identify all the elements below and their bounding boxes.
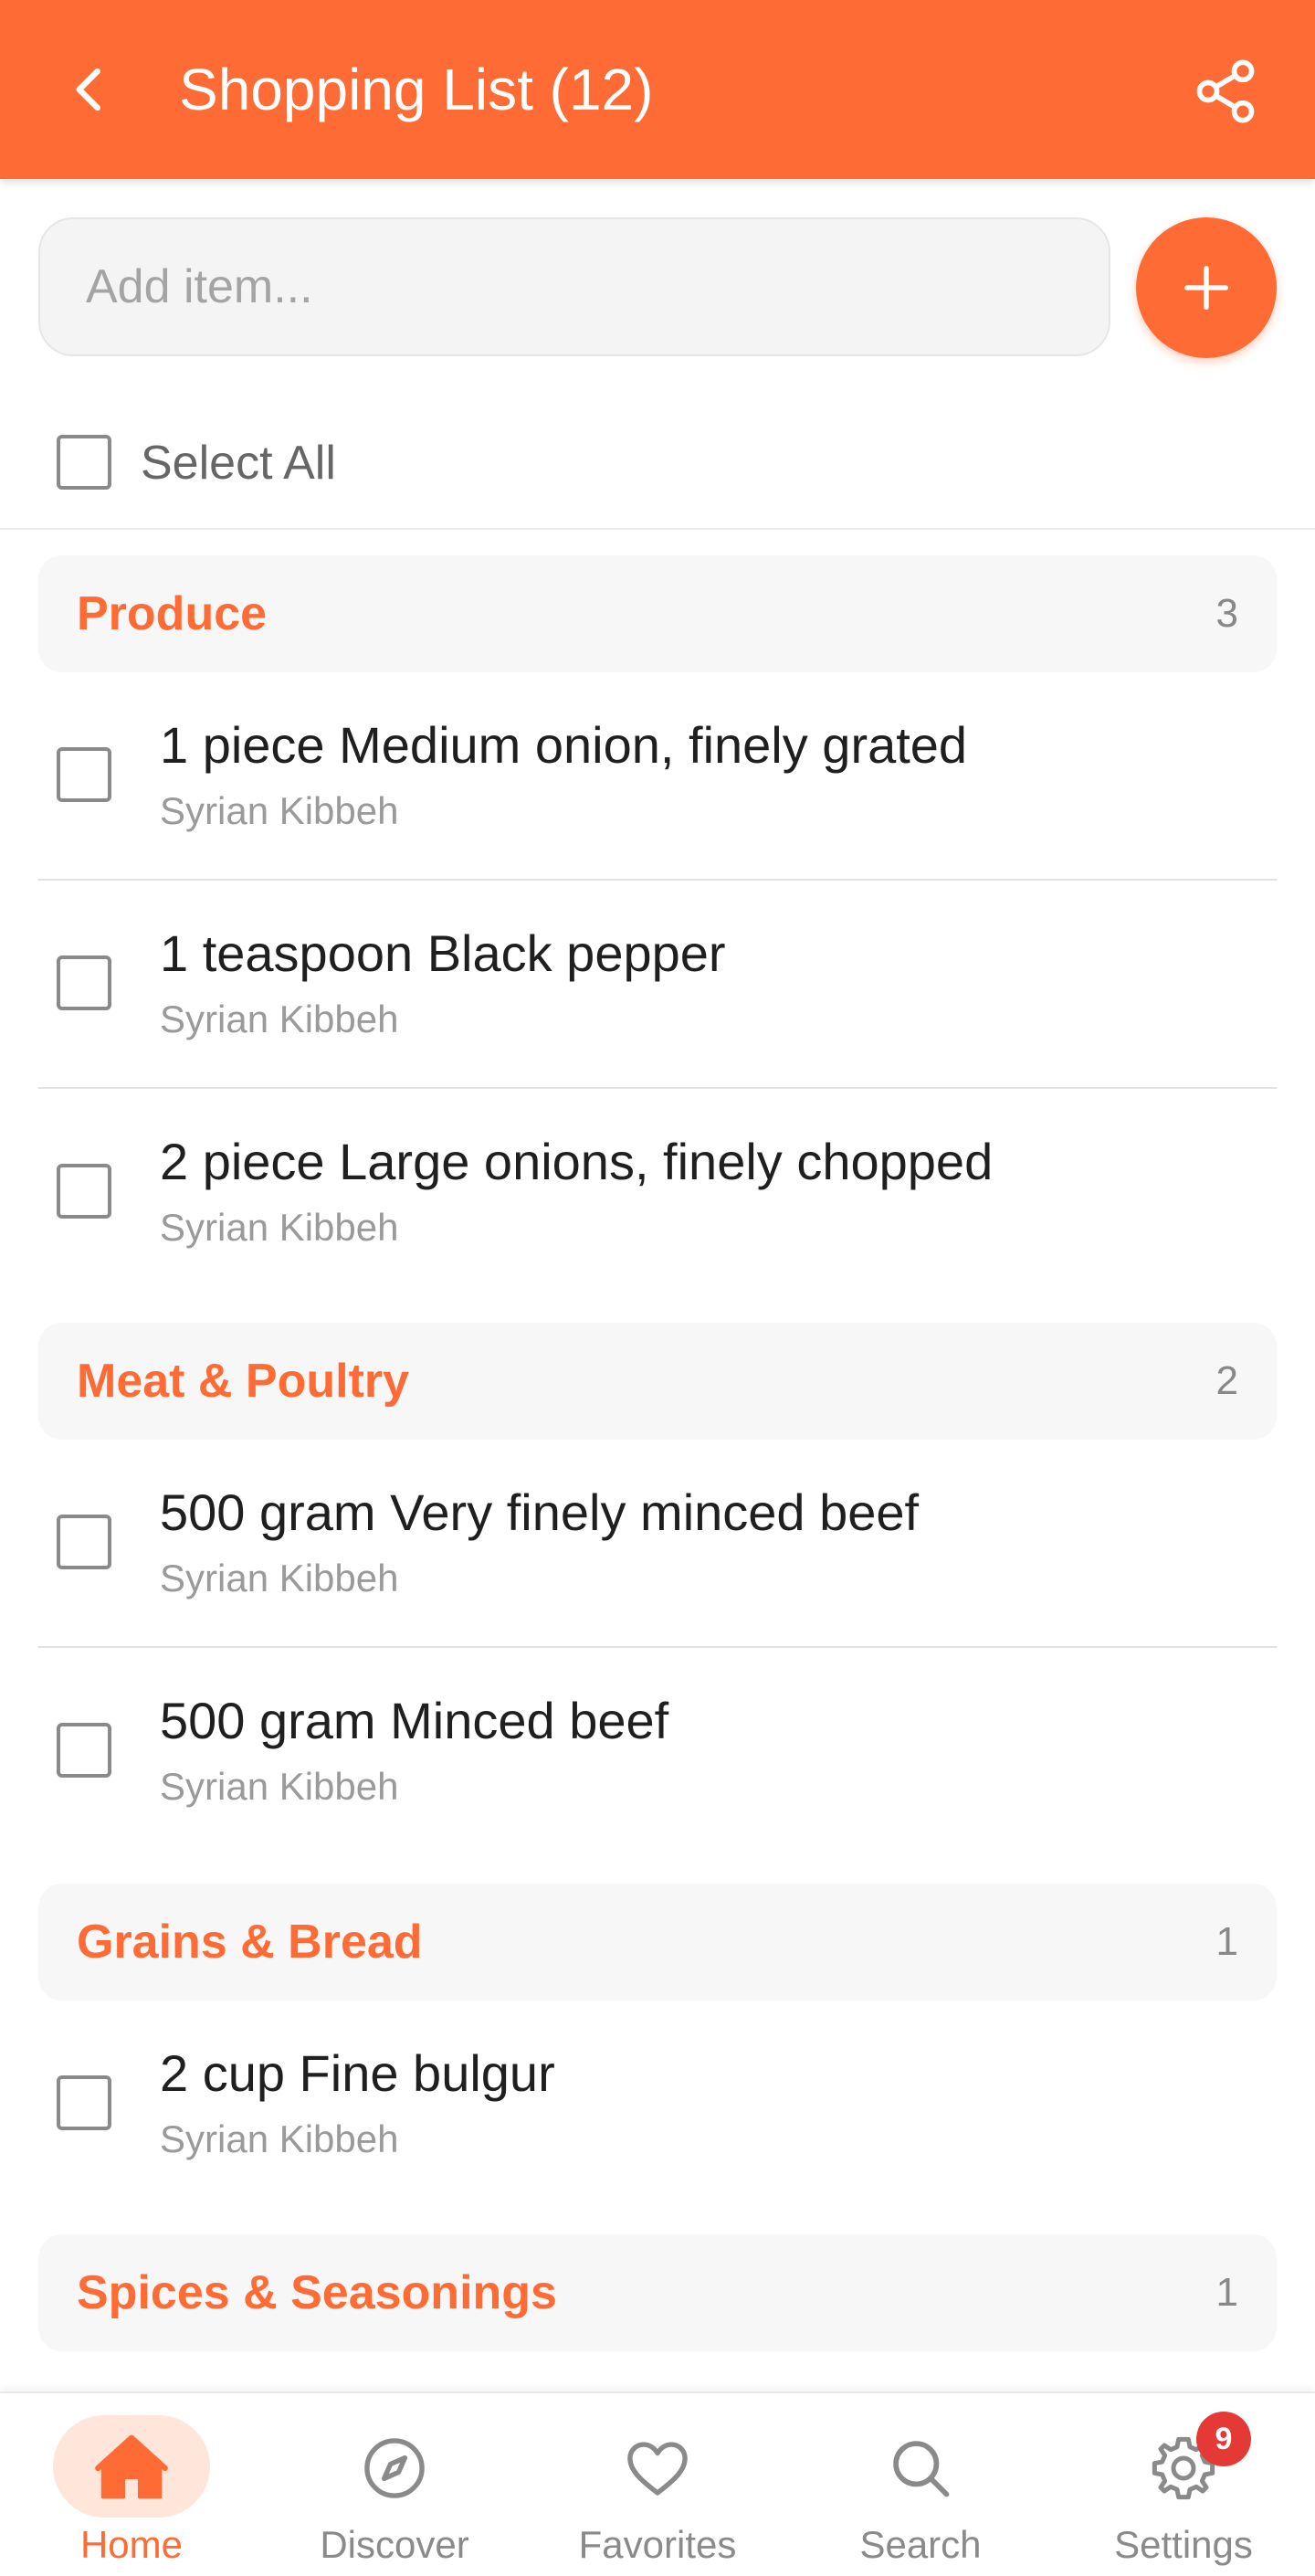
heart-icon [627,2442,688,2496]
item-name: 2 piece Large onions, finely chopped [160,1133,994,1190]
item-source-recipe: Syrian Kibbeh [160,1765,399,1808]
category-header-spices-seasonings: Spices & Seasonings 1 [38,2234,1277,2351]
shopping-list-screen: Shopping List (12) Select All Produce 3 … [0,0,1315,2576]
list-item[interactable]: 500 gram Very finely minced beef Syrian … [38,1440,1277,1648]
category-header-produce: Produce 3 [38,555,1277,672]
item-source-recipe: Syrian Kibbeh [160,1206,399,1249]
list-item[interactable]: 2 piece Large onions, finely chopped Syr… [38,1089,1277,1297]
category-count: 1 [1215,2270,1238,2315]
compass-icon [364,2438,425,2498]
item-checkbox[interactable] [57,1515,111,1569]
item-name: 2 cup Fine bulgur [160,2044,555,2102]
item-source-recipe: Syrian Kibbeh [160,789,399,832]
nav-item-search[interactable]: Search [789,2393,1052,2576]
item-checkbox[interactable] [57,1723,111,1778]
select-all-row[interactable]: Select All [0,402,1315,530]
notification-badge: 9 [1196,2412,1251,2466]
nav-label-home: Home [79,2523,184,2566]
select-all-checkbox[interactable] [57,435,111,490]
category-header-grains-bread: Grains & Bread 1 [38,1884,1277,2001]
chevron-left-icon [76,68,100,111]
nav-item-favorites[interactable]: Favorites [526,2393,789,2576]
app-header: Shopping List (12) [0,0,1315,179]
nav-label-settings: Settings [1114,2523,1253,2566]
item-name: 500 gram Minced beef [160,1692,669,1749]
item-checkbox[interactable] [57,1164,111,1219]
item-name: 1 teaspoon Black pepper [160,924,726,982]
category-name: Grains & Bread [77,1916,423,1969]
item-source-recipe: Syrian Kibbeh [160,1557,399,1599]
nav-label-favorites: Favorites [578,2523,737,2566]
category-name: Meat & Poultry [77,1355,410,1408]
item-checkbox[interactable] [57,2075,111,2130]
item-checkbox[interactable] [57,955,111,1010]
list-item[interactable]: 1 piece Medium onion, finely grated Syri… [38,672,1277,881]
add-item-input[interactable] [38,217,1110,356]
search-icon [893,2441,950,2497]
category-name: Produce [77,587,268,640]
item-checkbox[interactable] [57,747,111,802]
nav-label-discover: Discover [320,2523,469,2566]
category-count: 1 [1215,1919,1238,1964]
plus-icon [1184,266,1228,310]
share-button[interactable] [1187,53,1264,130]
nav-item-home[interactable]: Home [0,2393,263,2576]
add-item-button[interactable] [1136,217,1277,358]
back-button[interactable] [53,53,126,126]
item-name: 500 gram Very finely minced beef [160,1483,920,1541]
nav-item-discover[interactable]: Discover [263,2393,526,2576]
share-icon [1196,59,1255,123]
category-name: Spices & Seasonings [77,2266,557,2319]
category-header-meat-poultry: Meat & Poultry 2 [38,1323,1277,1440]
item-source-recipe: Syrian Kibbeh [160,998,399,1040]
category-count: 2 [1215,1358,1238,1403]
list-item[interactable]: 2 cup Fine bulgur Syrian Kibbeh [38,2001,1277,2209]
select-all-label: Select All [141,437,336,490]
list-item[interactable]: 500 gram Minced beef Syrian Kibbeh [38,1648,1277,1856]
nav-item-settings[interactable]: 9 Settings [1052,2393,1315,2576]
list-item[interactable]: 1 teaspoon Black pepper Syrian Kibbeh [38,881,1277,1089]
home-icon [95,2434,168,2499]
category-count: 3 [1215,591,1238,636]
item-name: 1 piece Medium onion, finely grated [160,716,968,774]
item-source-recipe: Syrian Kibbeh [160,2117,399,2160]
page-title: Shopping List (12) [179,57,654,122]
bottom-navigation: Home Discover Favorites Search 9 Setting… [0,2391,1315,2576]
nav-label-search: Search [859,2523,982,2566]
